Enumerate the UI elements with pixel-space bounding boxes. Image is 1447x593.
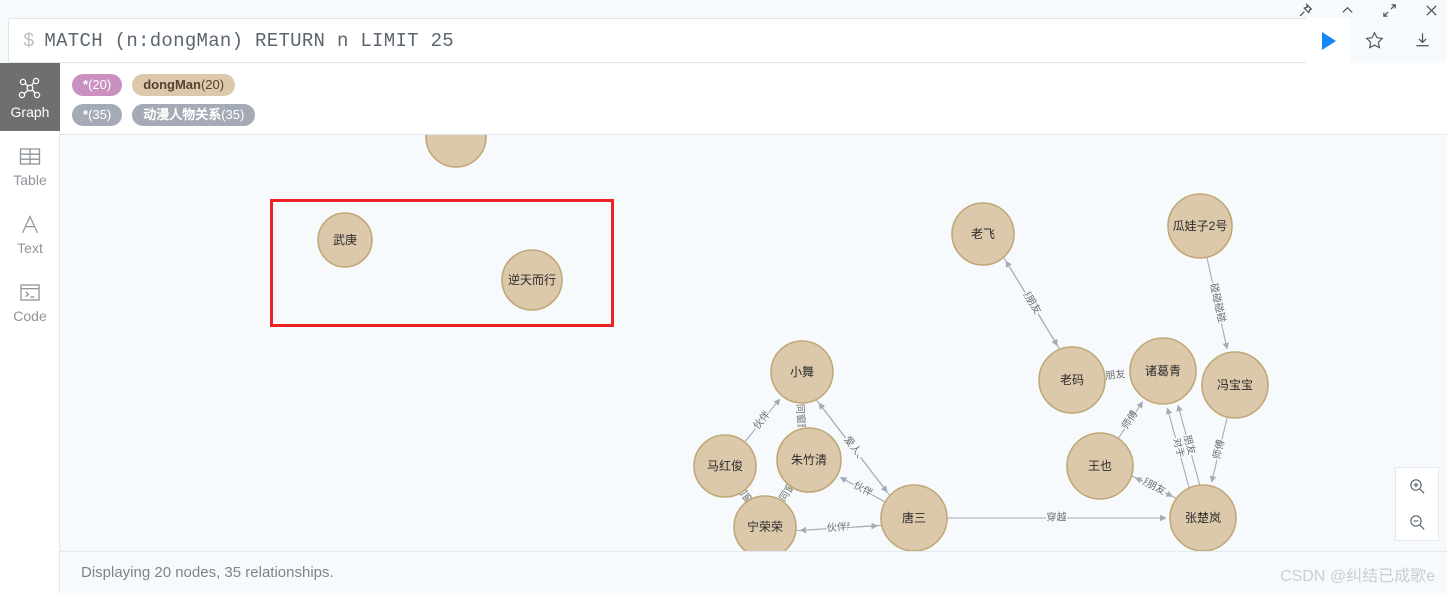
edge-label: 伙伴 [826, 520, 847, 534]
edge-label: 碰碰碰碰 [1207, 282, 1228, 324]
sidebar-item-graph[interactable]: Graph [0, 63, 60, 131]
graph-legend: * (20) dongMan (20) * (35) 动漫人物关系 (35) [60, 63, 1447, 135]
node-label: 老码 [1060, 373, 1084, 387]
download-icon[interactable] [1409, 27, 1437, 55]
graph-node[interactable] [425, 135, 487, 168]
edge-label: 穿越 [1047, 511, 1067, 524]
text-icon [18, 212, 42, 238]
expand-arrows-icon[interactable] [1379, 0, 1399, 20]
nodes-layer[interactable]: 武庚逆天而行 老飞 瓜娃子2号老码 诸葛青冯宝宝王也张楚岚 小舞马红俊 朱竹清宁荣荣 唐三 [317, 135, 1269, 551]
graph-node[interactable]: 宁荣荣 [733, 495, 797, 551]
sidebar-label-graph: Graph [10, 103, 50, 120]
sidebar-item-code[interactable]: Code [0, 267, 60, 335]
edge-label: 师傅 [1210, 438, 1227, 460]
view-sidebar: Graph Table Text Code [0, 63, 60, 593]
legend-chip-name: 动漫人物关系 [143, 107, 222, 122]
chevron-up-icon[interactable] [1337, 0, 1357, 20]
table-icon [18, 144, 42, 170]
legend-chip-dongman[interactable]: dongMan (20) [132, 74, 236, 96]
code-icon [18, 280, 42, 306]
legend-rel-types: * (35) 动漫人物关系 (35) [72, 100, 1447, 130]
node-label: 小舞 [790, 365, 814, 379]
node-label: 老飞 [971, 227, 995, 241]
sidebar-label-code: Code [13, 307, 47, 324]
legend-chip-all-nodes[interactable]: * (20) [72, 74, 123, 96]
node-label: 武庚 [333, 232, 357, 247]
node-circle[interactable] [425, 135, 487, 168]
node-label: 朱竹清 [791, 453, 827, 467]
pin-icon[interactable] [1295, 0, 1315, 20]
graph-visualization[interactable]: 朋友朋友碰碰碰碰朋友师傅对手朋友师傅朋友朋友穿越伙伴同窗同窗爱人爱人伙伴同窗伙伴… [60, 135, 1447, 551]
graph-node[interactable]: 小舞 [770, 340, 834, 404]
status-bar: Displaying 20 nodes, 35 relationships. [60, 551, 1447, 593]
node-label: 马红俊 [707, 458, 743, 473]
node-label: 冯宝宝 [1217, 378, 1253, 392]
titlebar [0, 0, 1447, 18]
edge-labels-layer: 朋友朋友碰碰碰碰朋友师傅对手朋友师傅朋友朋友穿越伙伴同窗同窗爱人爱人伙伴同窗伙伴… [733, 281, 1229, 535]
zoom-in-button[interactable] [1396, 468, 1438, 504]
graph-node[interactable]: 武庚 [317, 212, 373, 268]
query-editor[interactable]: $ MATCH (n:dongMan) RETURN n LIMIT 25 [8, 18, 1348, 63]
edge-label: 师傅 [1119, 408, 1141, 432]
node-label: 诸葛青 [1145, 364, 1181, 378]
graph-node[interactable]: 老码 [1038, 346, 1106, 414]
node-label: 瓜娃子2号 [1173, 219, 1228, 233]
legend-node-labels: * (20) dongMan (20) [72, 70, 1447, 100]
sidebar-item-text[interactable]: Text [0, 199, 60, 267]
status-text: Displaying 20 nodes, 35 relationships. [81, 564, 334, 581]
legend-chip-name: dongMan [143, 77, 201, 92]
node-label: 宁荣荣 [747, 519, 783, 534]
query-text: MATCH (n:dongMan) RETURN n LIMIT 25 [44, 29, 454, 52]
graph-node[interactable]: 冯宝宝 [1201, 351, 1269, 419]
node-label: 王也 [1088, 459, 1112, 473]
legend-chip-all-rels[interactable]: * (35) [72, 104, 123, 126]
frame-actions [1350, 18, 1447, 63]
graph-node[interactable]: 张楚岚 [1169, 484, 1237, 551]
run-query-button[interactable] [1306, 18, 1350, 63]
node-label: 逆天而行 [508, 272, 556, 287]
graph-node[interactable]: 逆天而行 [501, 249, 563, 311]
node-label: 张楚岚 [1185, 511, 1221, 525]
graph-canvas[interactable]: 朋友朋友碰碰碰碰朋友师傅对手朋友师傅朋友朋友穿越伙伴同窗同窗爱人爱人伙伴同窗伙伴… [60, 135, 1447, 551]
legend-chip-count: (20) [88, 77, 112, 92]
watermark: CSDN @纠结已成歌e [1280, 568, 1435, 585]
legend-chip-count: (35) [221, 107, 245, 122]
graph-node[interactable]: 瓜娃子2号 [1167, 193, 1233, 259]
graph-node[interactable]: 唐三 [880, 484, 948, 551]
graph-node[interactable]: 马红俊 [693, 434, 757, 498]
zoom-controls [1395, 467, 1439, 541]
neo4j-browser-result-frame: $ MATCH (n:dongMan) RETURN n LIMIT 25 Gr… [0, 0, 1447, 593]
legend-chip-reltype[interactable]: 动漫人物关系 (35) [132, 104, 256, 126]
play-icon [1322, 31, 1336, 50]
close-icon[interactable] [1421, 0, 1441, 20]
graph-node[interactable]: 朱竹清 [776, 427, 842, 493]
graph-node[interactable]: 诸葛青 [1129, 337, 1197, 405]
edge-label: 伙伴 [851, 478, 875, 499]
edge-label: 朋友 [1144, 477, 1168, 498]
legend-chip-count: (20) [200, 77, 225, 92]
edge-label: 朋友 [1105, 367, 1126, 382]
sidebar-label-text: Text [17, 239, 43, 256]
graph-node[interactable]: 王也 [1066, 432, 1134, 500]
sidebar-label-table: Table [13, 171, 47, 188]
node-label: 唐三 [902, 510, 926, 525]
zoom-out-button[interactable] [1396, 504, 1438, 540]
legend-chip-count: (35) [88, 107, 112, 122]
graph-node[interactable]: 老飞 [951, 202, 1015, 266]
edge-label: 同窗 [793, 403, 808, 424]
query-prompt: $ [23, 29, 35, 52]
graph-icon [17, 76, 43, 102]
favorite-star-icon[interactable] [1360, 27, 1388, 55]
window-controls [1295, 0, 1441, 20]
sidebar-item-table[interactable]: Table [0, 131, 60, 199]
